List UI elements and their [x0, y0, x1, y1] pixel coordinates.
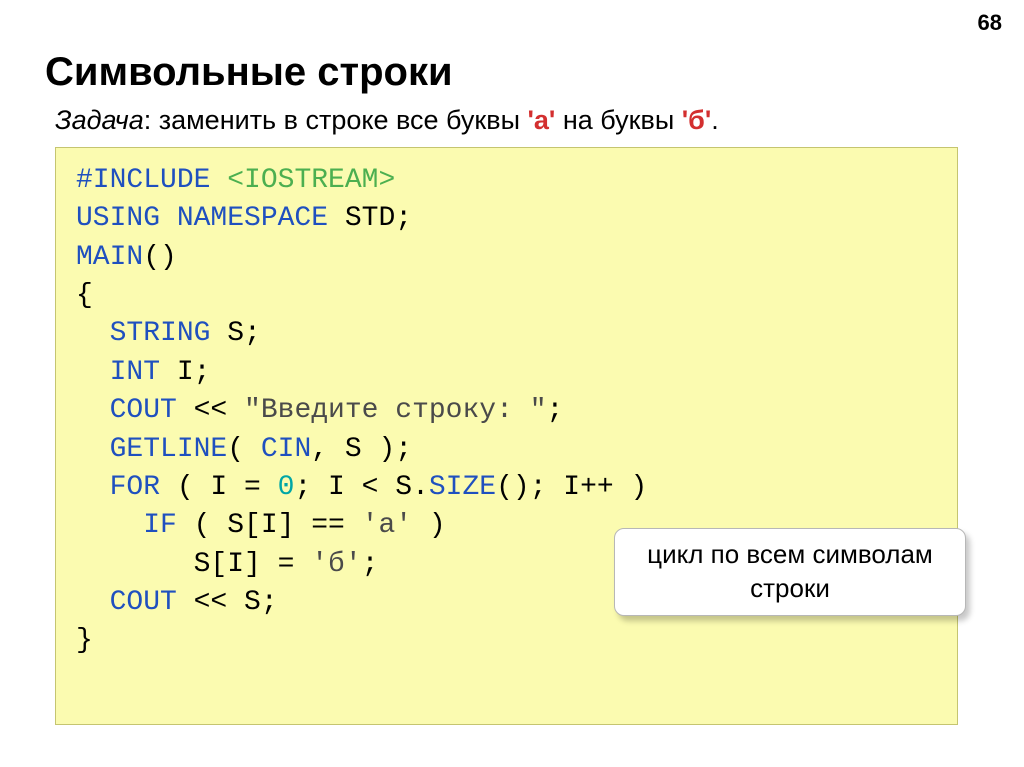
task-mid: на буквы — [555, 105, 681, 135]
code-token: << — [177, 395, 244, 426]
page-number: 68 — [978, 10, 1002, 36]
code-line: #INCLUDE <IOSTREAM> — [76, 162, 937, 200]
code-token: USING NAMESPACE — [76, 203, 328, 234]
task-line: Задача: заменить в строке все буквы 'а' … — [55, 105, 719, 136]
code-token: (); I++ ) — [496, 472, 647, 503]
code-token: () — [143, 242, 177, 273]
task-suffix: . — [711, 105, 719, 135]
code-token: ; I < S. — [294, 472, 428, 503]
callout-text: цикл по всем символам строки — [615, 538, 965, 606]
code-token: ( I = — [160, 472, 278, 503]
code-token: 'б' — [311, 549, 361, 580]
code-token: ) — [412, 510, 446, 541]
code-token: { — [76, 280, 93, 311]
code-token: CIN — [261, 434, 311, 465]
code-token: INT — [76, 357, 160, 388]
code-token: 0 — [278, 472, 295, 503]
code-token: SIZE — [429, 472, 496, 503]
code-token: COUT — [76, 395, 177, 426]
code-token: "Введите строку: " — [244, 395, 546, 426]
code-token: 'а' — [362, 510, 412, 541]
code-line: COUT << "Введите строку: "; — [76, 392, 937, 430]
callout-box: цикл по всем символам строки — [614, 528, 966, 616]
code-token: S[I] = — [76, 549, 311, 580]
code-token: STRING — [76, 318, 210, 349]
code-block: #INCLUDE <IOSTREAM> USING NAMESPACE STD;… — [55, 147, 958, 725]
code-token: << S; — [177, 587, 278, 618]
code-line: } — [76, 622, 937, 660]
code-token: <IOSTREAM> — [227, 165, 395, 196]
code-token: S; — [210, 318, 260, 349]
code-line: INT I; — [76, 354, 937, 392]
task-label: Задача — [55, 105, 144, 135]
code-line: USING NAMESPACE STD; — [76, 200, 937, 238]
code-token: STD; — [328, 203, 412, 234]
code-token: , S ); — [311, 434, 412, 465]
code-token: ( — [227, 434, 261, 465]
code-line: FOR ( I = 0; I < S.SIZE(); I++ ) — [76, 469, 937, 507]
page-title: Символьные строки — [45, 50, 453, 95]
code-line: { — [76, 277, 937, 315]
code-line: MAIN() — [76, 239, 937, 277]
code-token: } — [76, 625, 93, 656]
task-prefix: : заменить в строке все буквы — [144, 105, 528, 135]
code-token: ( S[I] == — [177, 510, 362, 541]
code-line: STRING S; — [76, 315, 937, 353]
code-token: IF — [76, 510, 177, 541]
code-token: ; — [362, 549, 379, 580]
code-token: #INCLUDE — [76, 165, 227, 196]
code-line: GETLINE( CIN, S ); — [76, 431, 937, 469]
task-char1: 'а' — [528, 105, 556, 135]
code-token: I; — [160, 357, 210, 388]
code-token: COUT — [76, 587, 177, 618]
code-token: MAIN — [76, 242, 143, 273]
code-token: FOR — [76, 472, 160, 503]
code-token: GETLINE — [76, 434, 227, 465]
task-char2: 'б' — [682, 105, 712, 135]
code-token: ; — [547, 395, 564, 426]
